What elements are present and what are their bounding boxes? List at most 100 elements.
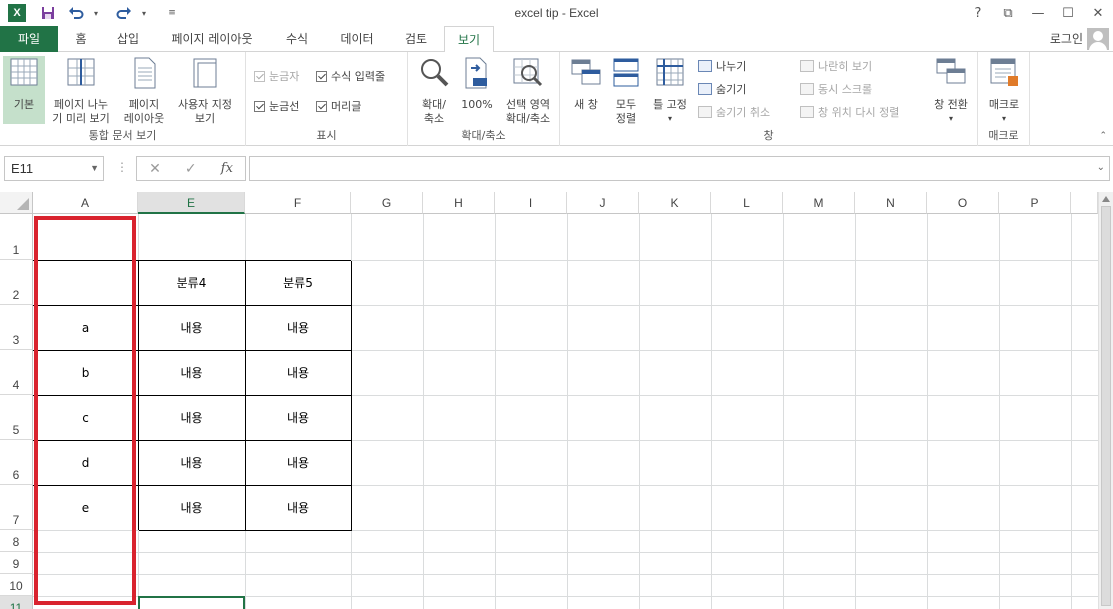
formula-bar-splitter[interactable]: ⋮	[116, 160, 128, 174]
column-header-a[interactable]: A	[33, 192, 138, 214]
custom-views-button[interactable]: 사용자 지정 보기	[170, 56, 240, 126]
column-header-h[interactable]: H	[423, 192, 495, 214]
cell-f4[interactable]: 내용	[245, 350, 351, 395]
synchronous-scrolling-button[interactable]: 동시 스크롤	[800, 81, 872, 97]
sync-scroll-icon	[800, 83, 814, 95]
ruler-checkbox[interactable]: 눈금자	[254, 68, 299, 84]
custom-views-label-2: 보기	[194, 112, 216, 125]
column-header-m[interactable]: M	[783, 192, 855, 214]
column-header-n[interactable]: N	[855, 192, 927, 214]
column-header-g[interactable]: G	[351, 192, 423, 214]
vertical-scrollbar[interactable]	[1098, 192, 1113, 609]
collapse-ribbon-icon[interactable]: ⌃	[1099, 131, 1107, 141]
row-header-3[interactable]: 3	[0, 305, 33, 350]
column-header-i[interactable]: I	[495, 192, 567, 214]
arrange-all-icon	[613, 58, 639, 87]
row-header-6[interactable]: 6	[0, 440, 33, 485]
ribbon-display-options-button[interactable]: ⧉	[993, 0, 1023, 26]
tab-review[interactable]: 검토	[392, 26, 440, 52]
avatar[interactable]	[1087, 28, 1109, 50]
page-layout-view-button[interactable]: 페이지 레이아웃	[120, 56, 168, 126]
name-box[interactable]: E11 ▼	[4, 156, 104, 181]
tab-home[interactable]: 홈	[62, 26, 100, 52]
maximize-button[interactable]: ☐	[1053, 0, 1083, 26]
page-break-preview-label-2: 기 미리 보기	[52, 112, 110, 125]
hide-button[interactable]: 숨기기	[698, 81, 746, 97]
cell-f6[interactable]: 내용	[245, 440, 351, 485]
unhide-button[interactable]: 숨기기 취소	[698, 104, 770, 120]
enter-icon[interactable]: ✓	[185, 161, 197, 177]
column-header-l[interactable]: L	[711, 192, 783, 214]
group-macros: 매크로 ▾ 매크로	[978, 52, 1030, 146]
cell-e3[interactable]: 내용	[138, 305, 245, 350]
group-window: 새 창 모두 정렬 틀 고정 ▾ 나누기 숨기기 숨기기 취소 나란히 보기 동…	[560, 52, 978, 146]
tab-file[interactable]: 파일	[0, 26, 58, 52]
cell-e7[interactable]: 내용	[138, 485, 245, 530]
macros-button[interactable]: 매크로 ▾	[982, 56, 1026, 126]
name-box-dropdown-icon[interactable]: ▼	[90, 157, 99, 180]
unhide-icon	[698, 106, 712, 118]
view-side-by-side-button[interactable]: 나란히 보기	[800, 58, 872, 74]
row-header-10[interactable]: 10	[0, 574, 33, 596]
tab-insert[interactable]: 삽입	[104, 26, 152, 52]
scrollbar-thumb[interactable]	[1101, 206, 1111, 606]
zoom-to-selection-button[interactable]: 선택 영역 확대/축소	[498, 56, 558, 126]
row-header-8[interactable]: 8	[0, 530, 33, 552]
cancel-icon[interactable]: ✕	[149, 161, 161, 177]
page-break-preview-button[interactable]: 페이지 나누 기 미리 보기	[47, 56, 115, 126]
zoom-button[interactable]: 확대/ 축소	[414, 56, 454, 126]
scroll-up-icon[interactable]	[1102, 196, 1110, 202]
row-header-7[interactable]: 7	[0, 485, 33, 530]
row-header-5[interactable]: 5	[0, 395, 33, 440]
column-header-partial[interactable]	[1071, 192, 1098, 214]
help-button[interactable]: ?	[963, 0, 993, 26]
row-header-4[interactable]: 4	[0, 350, 33, 395]
cell-f7[interactable]: 내용	[245, 485, 351, 530]
freeze-panes-button[interactable]: 틀 고정 ▾	[648, 56, 692, 126]
group-workbook-views: 기본 페이지 나누 기 미리 보기 페이지 레이아웃 사용자 지정 보기 통합 …	[0, 52, 246, 146]
normal-view-icon	[10, 58, 38, 86]
minimize-button[interactable]: —	[1023, 0, 1053, 26]
normal-view-button[interactable]: 기본	[3, 56, 45, 124]
switch-windows-button[interactable]: 창 전환 ▾	[928, 56, 974, 126]
zoom-100-button[interactable]: 100%	[458, 56, 496, 112]
column-header-k[interactable]: K	[639, 192, 711, 214]
column-header-f[interactable]: F	[245, 192, 351, 214]
column-header-j[interactable]: J	[567, 192, 639, 214]
sign-in-link[interactable]: 로그인	[1050, 26, 1083, 52]
formula-input[interactable]: ⌄	[249, 156, 1110, 181]
split-button[interactable]: 나누기	[698, 58, 746, 74]
cell-f5[interactable]: 내용	[245, 395, 351, 440]
cell-e2[interactable]: 분류4	[138, 260, 245, 305]
row-header-9[interactable]: 9	[0, 552, 33, 574]
reset-window-position-button[interactable]: 창 위치 다시 정렬	[800, 104, 899, 120]
cell-f3[interactable]: 내용	[245, 305, 351, 350]
insert-function-icon[interactable]: fx	[221, 161, 233, 176]
column-header-o[interactable]: O	[927, 192, 999, 214]
column-header-e[interactable]: E	[138, 192, 245, 214]
worksheet-grid[interactable]: A E F G H I J K L M N O P 1 2 3 4 5 6 7 …	[0, 192, 1113, 609]
tab-formulas[interactable]: 수식	[272, 26, 322, 52]
tab-data[interactable]: 데이터	[326, 26, 388, 52]
row-header-11[interactable]: 11	[0, 596, 33, 609]
tab-view[interactable]: 보기	[444, 26, 494, 53]
headings-label: 머리글	[331, 100, 362, 113]
row-header-1[interactable]: 1	[0, 214, 33, 260]
headings-checkbox[interactable]: 머리글	[316, 98, 361, 114]
column-header-p[interactable]: P	[999, 192, 1071, 214]
cell-e5[interactable]: 내용	[138, 395, 245, 440]
gridlines-checkbox[interactable]: 눈금선	[254, 98, 299, 114]
close-button[interactable]: ✕	[1083, 0, 1113, 26]
new-window-button[interactable]: 새 창	[566, 56, 606, 112]
cell-e4[interactable]: 내용	[138, 350, 245, 395]
row-header-2[interactable]: 2	[0, 260, 33, 305]
tab-page-layout[interactable]: 페이지 레이아웃	[156, 26, 268, 52]
expand-formula-bar-icon[interactable]: ⌄	[1097, 162, 1105, 173]
active-cell-e11[interactable]	[138, 596, 245, 609]
cell-e6[interactable]: 내용	[138, 440, 245, 485]
window-group-label: 창	[763, 129, 774, 142]
formula-bar-checkbox[interactable]: 수식 입력줄	[316, 68, 385, 84]
select-all-button[interactable]	[0, 192, 33, 214]
arrange-all-button[interactable]: 모두 정렬	[608, 56, 644, 126]
cell-f2[interactable]: 분류5	[245, 260, 351, 305]
